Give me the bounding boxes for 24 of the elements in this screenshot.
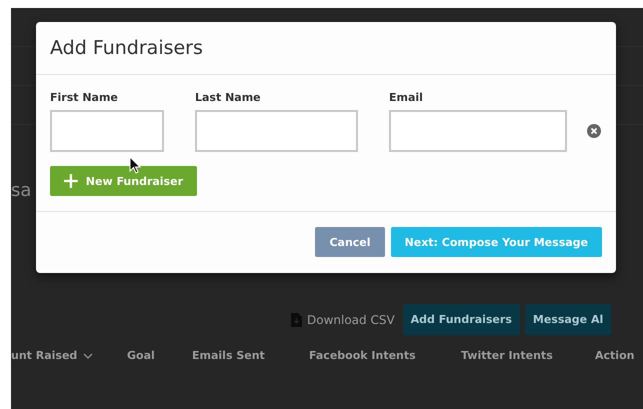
remove-row-icon[interactable] <box>587 124 601 138</box>
column-header[interactable]: unt Raised <box>11 349 78 362</box>
column-header[interactable]: Action <box>595 349 634 362</box>
cancel-button[interactable]: Cancel <box>315 227 385 257</box>
column-header[interactable]: Emails Sent <box>192 349 265 362</box>
dialog-title: Add Fundraisers <box>50 37 203 59</box>
column-header[interactable]: Twitter Intents <box>461 349 553 362</box>
column-header[interactable]: Facebook Intents <box>309 349 416 362</box>
input-field[interactable] <box>389 110 567 152</box>
file-download-icon <box>291 312 302 326</box>
field-label: Email <box>389 91 424 104</box>
toolbar-button[interactable]: Add Fundraisers <box>402 304 520 335</box>
input-field[interactable] <box>50 110 164 152</box>
mouse-cursor-icon <box>129 156 141 174</box>
field-label: First Name <box>50 91 119 104</box>
toolbar-button[interactable]: Message Al <box>524 304 612 335</box>
column-header[interactable]: Goal <box>127 349 155 362</box>
download-csv-link[interactable]: Download CSV <box>307 312 395 326</box>
plus-icon <box>64 174 78 188</box>
field-label: Last Name <box>195 91 262 104</box>
new-fundraiser-button[interactable]: New Fundraiser <box>50 166 197 196</box>
input-field[interactable] <box>195 110 358 152</box>
partial-heading: sa <box>11 180 32 201</box>
sort-caret-icon <box>83 352 94 358</box>
